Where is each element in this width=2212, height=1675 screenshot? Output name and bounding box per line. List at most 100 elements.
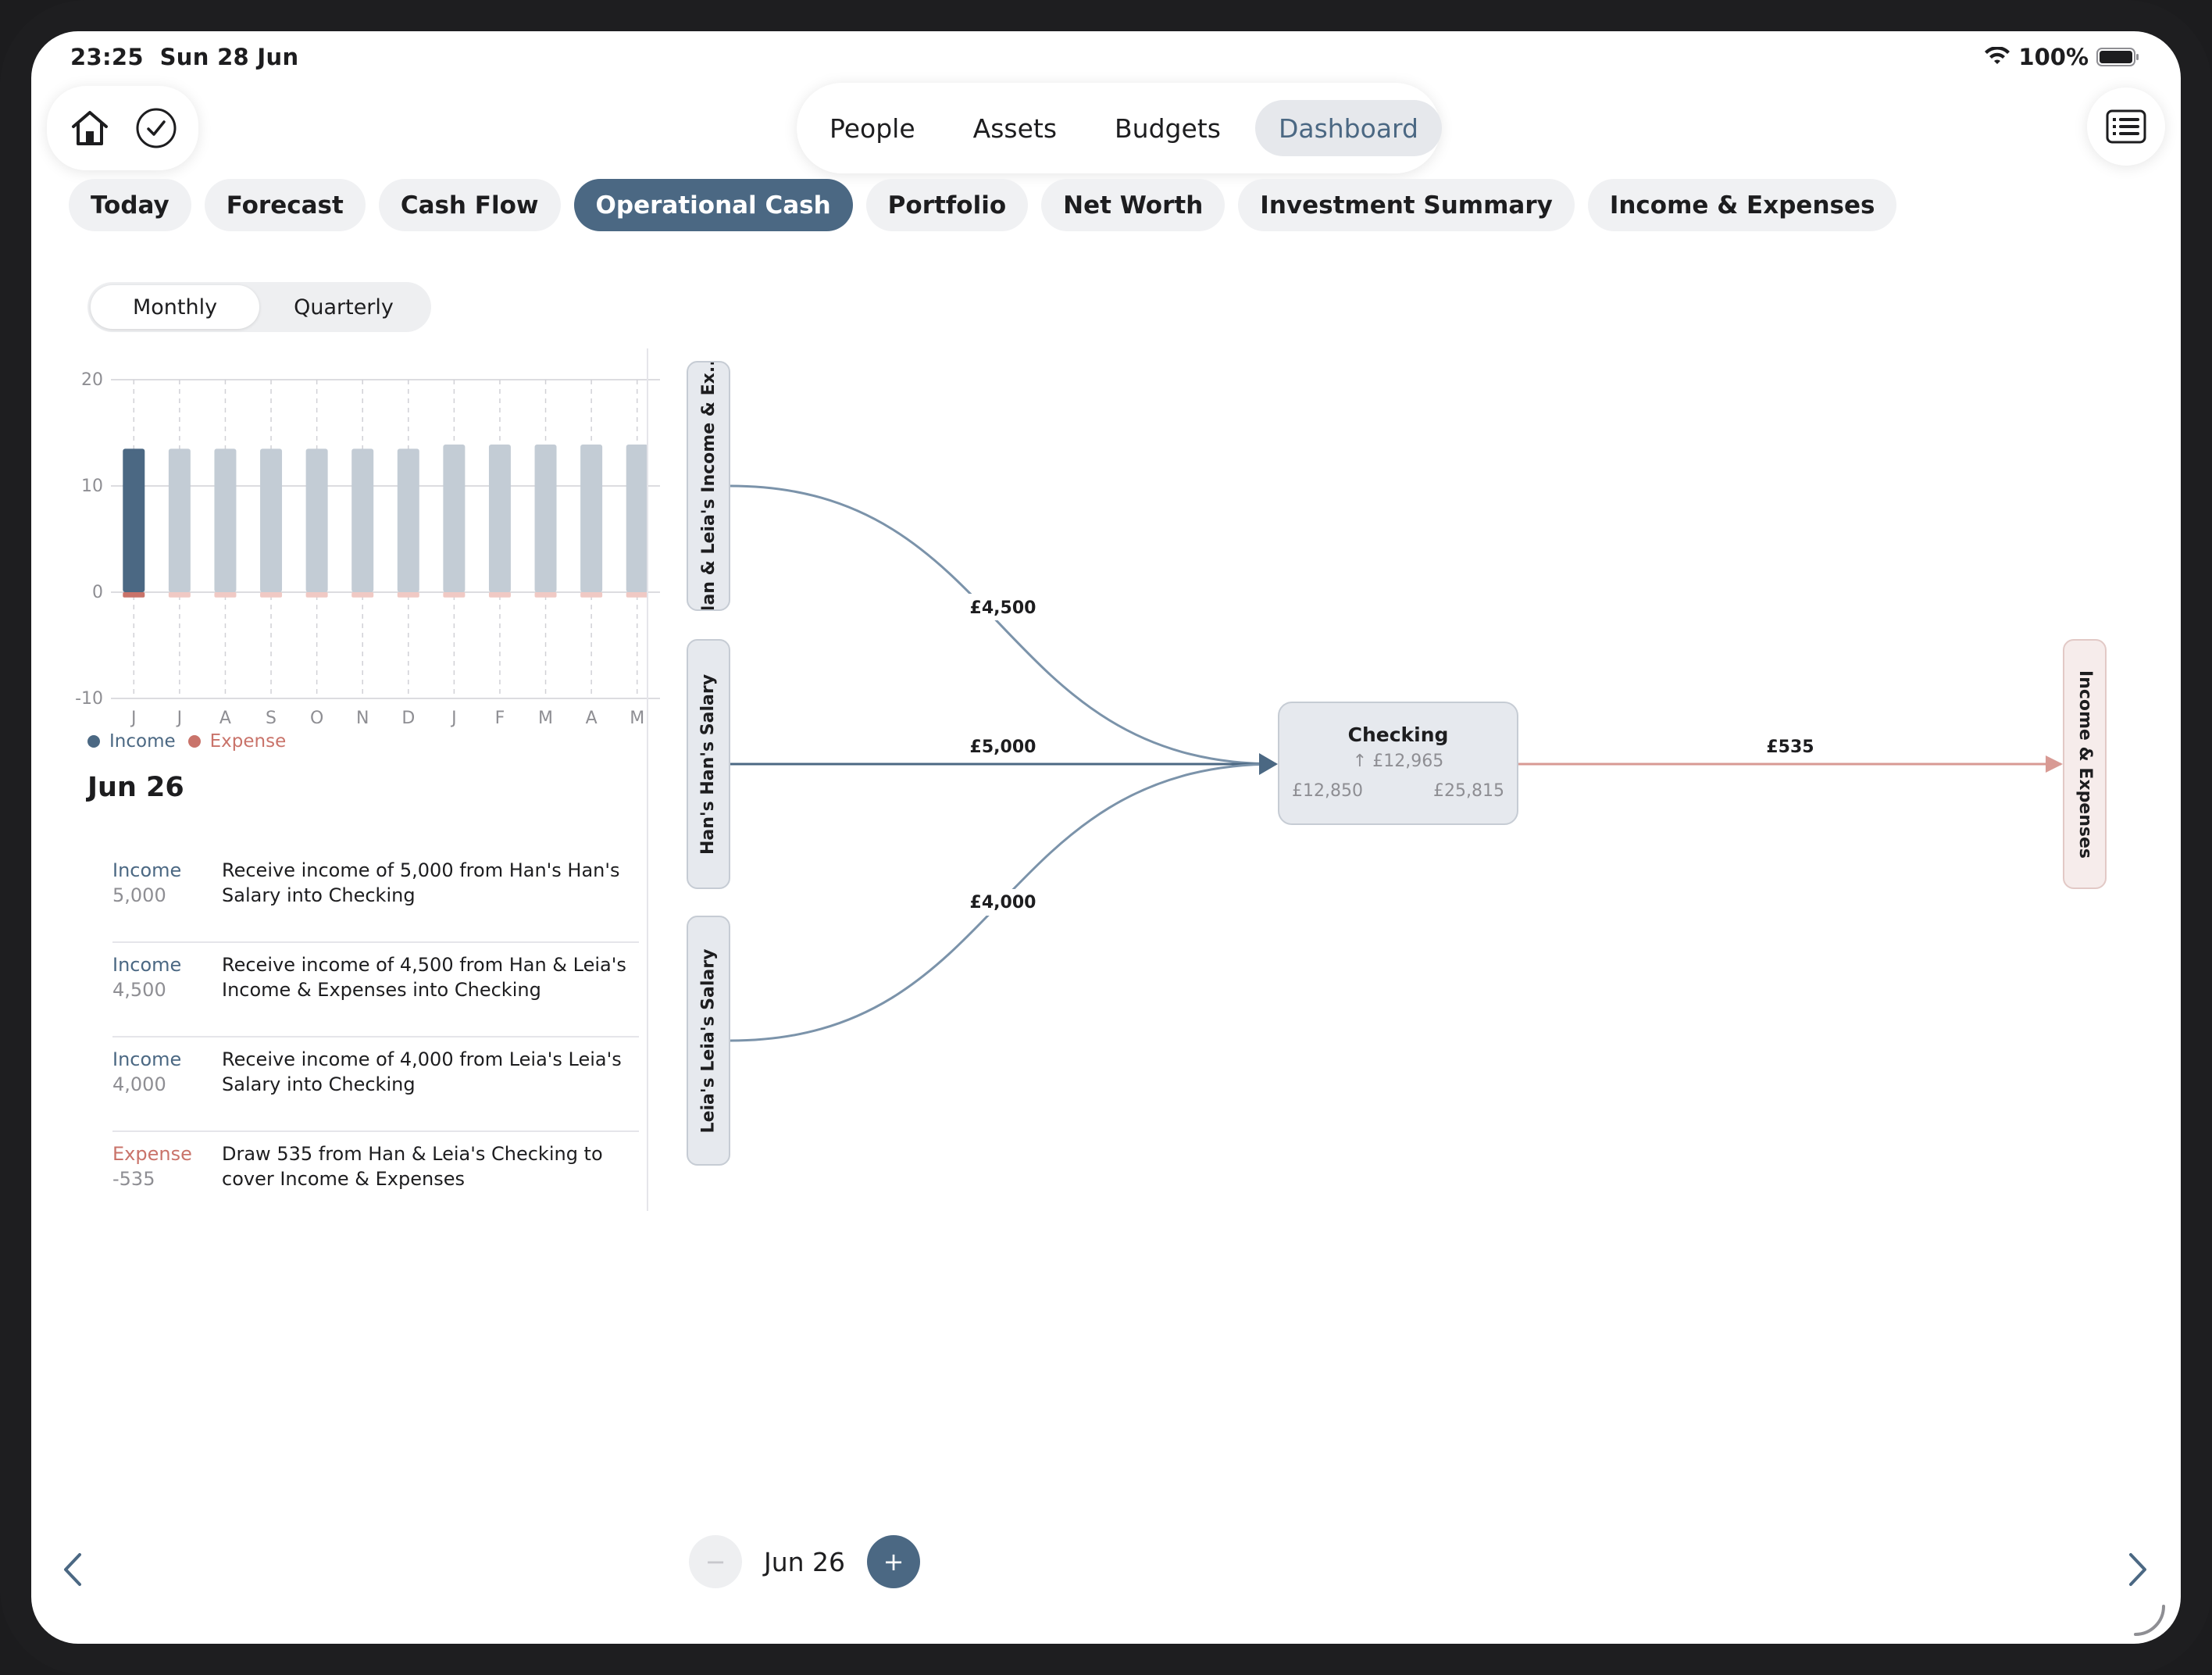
income-bar — [214, 448, 237, 592]
checking-account-node[interactable]: Checking ↑ £12,965 £12,850 £25,815 — [1278, 702, 1518, 825]
transaction-amount: 4,500 — [112, 979, 166, 1001]
chevron-right-icon[interactable] — [2126, 1552, 2150, 1588]
y-tick-label: 0 — [92, 583, 103, 602]
x-tick-label: F — [495, 709, 505, 728]
home-icon[interactable] — [68, 106, 112, 150]
transaction-description: Receive income of 4,500 from Han & Leia'… — [222, 954, 626, 1001]
expense-bar — [443, 592, 466, 598]
income-bar — [260, 448, 283, 592]
screen: 23:25 Sun 28 Jun 100% People Assets Budg — [31, 31, 2181, 1644]
transaction-kind: Income — [112, 954, 182, 976]
flow-target-income-expenses[interactable]: Income & Expenses — [2063, 639, 2107, 889]
x-tick-label: D — [401, 709, 415, 728]
x-tick-label: N — [356, 709, 369, 728]
tab-net-worth[interactable]: Net Worth — [1041, 179, 1226, 231]
income-bar — [488, 444, 511, 592]
transaction-list: Income 5,000 Receive income of 5,000 fro… — [112, 848, 639, 1227]
transaction-description: Draw 535 from Han & Leia's Checking to c… — [222, 1143, 603, 1190]
x-tick-label: A — [586, 709, 598, 728]
dashboard-tabs: Today Forecast Cash Flow Operational Cas… — [69, 179, 1897, 231]
expense-bar — [626, 592, 648, 598]
status-indicators: 100% — [1984, 44, 2140, 70]
income-bar — [397, 448, 419, 592]
transaction-kind: Income — [112, 1048, 182, 1070]
transaction-description: Receive income of 5,000 from Han's Han's… — [222, 859, 620, 906]
transaction-row[interactable]: Income 4,500 Receive income of 4,500 fro… — [112, 943, 639, 1038]
nav-assets[interactable]: Assets — [950, 100, 1080, 156]
transaction-amount: -535 — [112, 1168, 155, 1190]
flow-source-leias-salary[interactable]: Leia's Leia's Salary — [687, 916, 730, 1166]
transaction-row[interactable]: Income 4,000 Receive income of 4,000 fro… — [112, 1038, 639, 1132]
next-day-button[interactable]: + — [867, 1535, 921, 1588]
transaction-kind: Expense — [112, 1143, 192, 1165]
tab-today[interactable]: Today — [69, 179, 191, 231]
expense-bar — [580, 592, 603, 598]
flow-amount-label: £4,000 — [970, 893, 1036, 912]
income-bar — [123, 448, 145, 592]
checkmark-circle-icon[interactable] — [134, 106, 178, 150]
income-legend-dot — [87, 735, 100, 748]
flow-label-bg — [1761, 733, 1820, 759]
nav-budgets[interactable]: Budgets — [1091, 100, 1244, 156]
chart-legend: Income Expense — [87, 731, 286, 752]
nav-people[interactable]: People — [806, 100, 939, 156]
flow-label-bg — [965, 889, 1040, 916]
transaction-row[interactable]: Income 5,000 Receive income of 5,000 fro… — [112, 848, 639, 943]
wifi-icon — [1985, 47, 2010, 64]
account-name: Checking — [1347, 723, 1449, 746]
x-tick-label: S — [266, 709, 276, 728]
expense-bar — [397, 592, 419, 598]
list-icon — [2106, 109, 2146, 144]
income-bar — [534, 444, 557, 592]
resize-handle-icon — [2134, 1605, 2165, 1636]
y-tick-label: 20 — [81, 370, 103, 390]
income-bar — [626, 444, 648, 592]
tab-income-expenses[interactable]: Income & Expenses — [1587, 179, 1897, 231]
tab-cash-flow[interactable]: Cash Flow — [378, 179, 561, 231]
expense-bar — [214, 592, 237, 598]
panel-divider — [647, 348, 648, 1211]
expense-legend-label: Expense — [209, 731, 287, 752]
flow-arrowhead-checking — [1259, 753, 1278, 775]
expense-legend-dot — [187, 735, 201, 748]
expense-bar — [260, 592, 283, 598]
expense-bar — [305, 592, 328, 598]
transaction-row[interactable]: Expense -535 Draw 535 from Han & Leia's … — [112, 1132, 639, 1227]
income-bar — [351, 448, 374, 592]
stepper-date-label: Jun 26 — [764, 1546, 846, 1577]
list-menu-button[interactable] — [2087, 88, 2165, 166]
y-tick-label: 10 — [81, 477, 103, 496]
nav-dashboard[interactable]: Dashboard — [1254, 100, 1442, 156]
expense-bar — [488, 592, 511, 598]
account-end-balance: £25,815 — [1433, 781, 1504, 801]
tab-investment-summary[interactable]: Investment Summary — [1238, 179, 1575, 231]
expense-bar — [351, 592, 374, 598]
x-tick-label: J — [450, 709, 457, 728]
period-toggle: Monthly Quarterly — [87, 282, 431, 332]
selected-date-title: Jun 26 — [87, 772, 184, 803]
tab-operational-cash[interactable]: Operational Cash — [573, 179, 853, 231]
flow-link-leias-salary — [730, 762, 1277, 1042]
flow-label-bg — [965, 733, 1040, 759]
flow-amount-label: £535 — [1766, 738, 1814, 757]
device-frame: 23:25 Sun 28 Jun 100% People Assets Budg — [0, 0, 2212, 1675]
x-tick-label: O — [310, 709, 323, 728]
flow-source-income-expenses[interactable]: Han & Leia's Income & Ex... — [687, 361, 730, 611]
flow-amount-label: £4,500 — [970, 598, 1036, 618]
x-tick-label: M — [630, 709, 644, 728]
chevron-left-icon[interactable] — [61, 1552, 84, 1588]
transaction-description: Receive income of 4,000 from Leia's Leia… — [222, 1048, 622, 1095]
period-monthly[interactable]: Monthly — [91, 285, 259, 329]
transaction-kind: Income — [112, 859, 182, 881]
income-bar — [168, 448, 191, 592]
previous-day-button[interactable]: − — [689, 1535, 742, 1588]
flow-source-hans-salary[interactable]: Han's Han's Salary — [687, 639, 730, 889]
tab-forecast[interactable]: Forecast — [204, 179, 366, 231]
monthly-bar-chart[interactable]: 20 10 0 -10 J J A S O N D J F M A M — [75, 350, 672, 728]
x-tick-label: J — [130, 709, 137, 728]
y-tick-label: -10 — [75, 689, 103, 709]
main-navigation: People Assets Budgets Dashboard — [797, 83, 1442, 173]
expense-bar — [123, 592, 145, 598]
tab-portfolio[interactable]: Portfolio — [865, 179, 1029, 231]
period-quarterly[interactable]: Quarterly — [259, 285, 428, 329]
